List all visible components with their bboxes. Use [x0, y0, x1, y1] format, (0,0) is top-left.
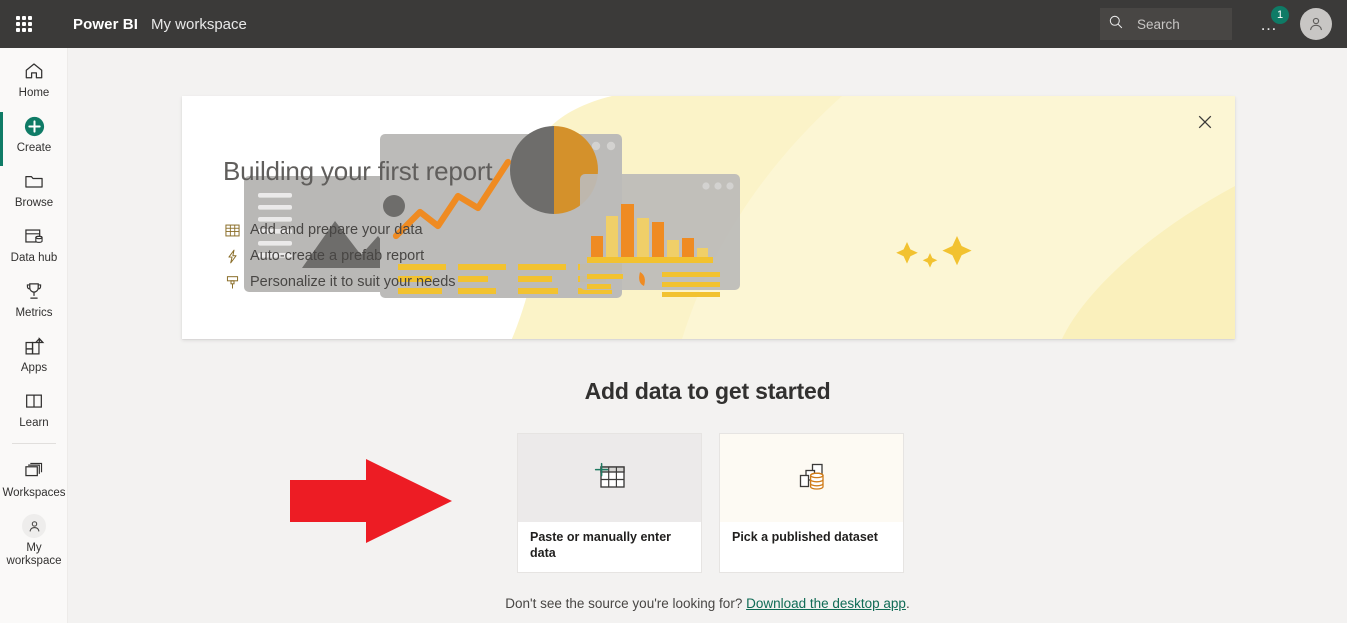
create-plus-icon	[22, 114, 46, 138]
sidebar-item-create[interactable]: Create	[0, 106, 68, 166]
top-bar: Power BI My workspace … 1	[0, 0, 1347, 48]
sidebar-label-apps: Apps	[20, 362, 48, 374]
banner-bullet-label: Personalize it to suit your needs	[250, 274, 456, 290]
workspaces-icon	[22, 459, 46, 483]
table-grid-icon	[223, 221, 241, 239]
card-icon-area	[518, 434, 701, 522]
sidebar-label-metrics: Metrics	[15, 307, 53, 319]
card-label: Pick a published dataset	[732, 530, 878, 544]
top-bar-right-group: … 1	[1100, 0, 1347, 48]
card-pick-a-published-dataset[interactable]: Pick a published dataset	[719, 433, 904, 573]
card-label: Paste or manually enter data	[530, 530, 672, 560]
sidebar-nav: Home Create Browse Data hub Metrics Apps…	[0, 48, 68, 623]
banner-text-block: Building your first report Add and prepa…	[223, 156, 493, 299]
sidebar-label-workspaces: Workspaces	[2, 487, 66, 499]
workspace-breadcrumb[interactable]: My workspace	[151, 16, 247, 33]
folder-icon	[22, 169, 46, 193]
sidebar-label-create: Create	[16, 142, 52, 154]
paste-table-icon	[592, 458, 628, 499]
sidebar-label-browse: Browse	[14, 197, 54, 209]
sidebar-item-workspaces[interactable]: Workspaces	[0, 451, 68, 506]
banner-bullet-list: Add and prepare your data Auto-create a …	[223, 221, 492, 291]
sidebar-divider	[11, 443, 56, 444]
avatar[interactable]	[1300, 8, 1332, 40]
brand-title: Power BI	[73, 15, 138, 33]
building-first-report-banner: Building your first report Add and prepa…	[182, 96, 1235, 339]
sidebar-item-data-hub[interactable]: Data hub	[0, 216, 68, 271]
red-right-arrow-annotation	[290, 459, 452, 543]
sidebar-item-learn[interactable]: Learn	[0, 381, 68, 436]
close-icon[interactable]	[1191, 108, 1219, 136]
card-paste-or-manually-enter-data[interactable]: Paste or manually enter data	[517, 433, 702, 573]
home-icon	[22, 59, 46, 83]
main-content: Building your first report Add and prepa…	[68, 48, 1347, 623]
data-hub-icon	[22, 224, 46, 248]
page-title: Add data to get started	[584, 378, 831, 404]
banner-bullet-personalize: Personalize it to suit your needs	[223, 273, 492, 291]
sidebar-label-my-workspace: My workspace	[6, 542, 62, 567]
waffle-grid-icon	[16, 16, 32, 32]
notification-badge: 1	[1271, 6, 1289, 24]
sidebar-item-metrics[interactable]: Metrics	[0, 271, 68, 326]
apps-grid-icon	[22, 334, 46, 358]
search-icon	[1108, 14, 1128, 34]
sidebar-item-apps[interactable]: Apps	[0, 326, 68, 381]
sidebar-label-data-hub: Data hub	[10, 252, 58, 264]
person-icon	[22, 514, 46, 538]
banner-bullet-auto-create: Auto-create a prefab report	[223, 247, 492, 265]
banner-title: Building your first report	[223, 156, 493, 186]
sidebar-item-home[interactable]: Home	[0, 48, 68, 106]
paint-brush-icon	[223, 273, 241, 291]
footnote-text: Don't see the source you're looking for?	[505, 596, 747, 611]
search-box[interactable]	[1100, 8, 1232, 40]
illustration-right-panel	[580, 174, 740, 297]
footnote-period: .	[905, 596, 910, 611]
sidebar-label-learn: Learn	[19, 417, 49, 429]
trophy-icon	[22, 279, 46, 303]
published-dataset-icon	[794, 458, 830, 499]
download-desktop-app-link[interactable]: Download the desktop app	[746, 596, 906, 611]
footnote: Don't see the source you're looking for?…	[68, 596, 1347, 611]
sidebar-item-my-workspace[interactable]: My workspace	[0, 506, 68, 574]
card-icon-area	[720, 434, 903, 522]
banner-bullet-label: Add and prepare your data	[250, 222, 423, 238]
more-options-button[interactable]: … 1	[1252, 0, 1289, 48]
data-source-card-list: Paste or manually enter data Pick a publ…	[517, 433, 904, 573]
book-icon	[22, 389, 46, 413]
person-icon	[1310, 17, 1322, 31]
banner-bullet-label: Auto-create a prefab report	[250, 248, 425, 264]
app-launcher-button[interactable]	[0, 0, 48, 48]
banner-bullet-add-data: Add and prepare your data	[223, 221, 492, 239]
lightning-bolt-icon	[223, 247, 241, 265]
search-input[interactable]	[1137, 16, 1229, 32]
sidebar-label-home: Home	[18, 87, 50, 99]
sidebar-item-browse[interactable]: Browse	[0, 161, 68, 216]
